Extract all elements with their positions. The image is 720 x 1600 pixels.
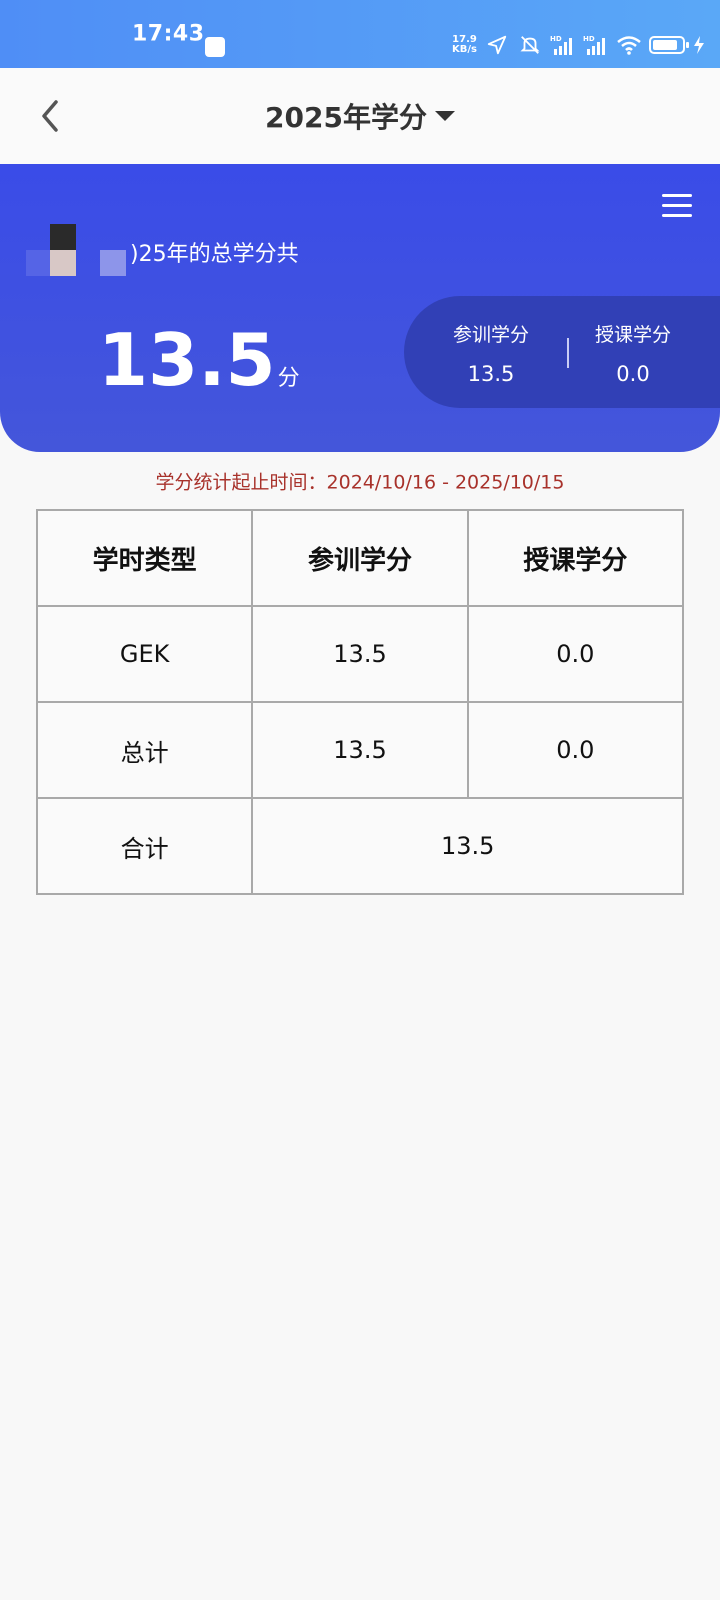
wifi-icon — [617, 36, 641, 55]
stat-value: 0.0 — [616, 362, 650, 386]
avatar — [26, 224, 130, 276]
table-cell: 13.5 — [251, 797, 684, 895]
mute-icon — [520, 36, 540, 54]
svg-text:HD: HD — [550, 35, 562, 43]
table-row: 总计 13.5 0.0 — [35, 701, 685, 799]
page-title: 2025年学分 — [265, 101, 427, 134]
svg-text:HD: HD — [583, 35, 595, 43]
credits-table: 学时类型 参训学分 授课学分 GEK 13.5 0.0 总计 13.5 0.0 … — [35, 509, 685, 895]
stat-value: 13.5 — [467, 362, 515, 386]
total-credits-unit: 分 — [277, 366, 300, 391]
training-credits-stat: 参训学分 13.5 — [426, 296, 556, 408]
menu-icon[interactable] — [662, 194, 692, 220]
status-icons: 17.9 KB/s HD HD — [452, 30, 706, 60]
nav-bar: 2025年学分 — [0, 68, 720, 164]
column-header: 学时类型 — [35, 509, 254, 607]
column-header: 参训学分 — [251, 509, 469, 607]
stat-label: 授课学分 — [594, 324, 671, 346]
table-cell: 13.5 — [251, 701, 469, 799]
table-row: GEK 13.5 0.0 — [35, 605, 685, 703]
table-header-row: 学时类型 参训学分 授课学分 — [35, 509, 685, 607]
charging-icon — [694, 36, 704, 54]
battery-icon — [649, 36, 689, 54]
network-speed: 17.9 KB/s — [452, 35, 477, 55]
table-cell: 0.0 — [466, 701, 685, 799]
summary-label: )25年的总学分共 — [130, 242, 299, 267]
caret-down-icon — [434, 111, 455, 121]
credit-breakdown-panel: 参训学分 13.5 授课学分 0.0 — [404, 296, 720, 408]
table-cell: GEK — [35, 605, 254, 703]
credit-summary-card: )25年的总学分共 13.5 分 参训学分 13.5 授课学分 0.0 — [0, 164, 720, 452]
table-cell: 13.5 — [251, 605, 469, 703]
status-time: 17:43 — [132, 21, 205, 47]
table-cell: 0.0 — [466, 605, 685, 703]
signal-hd-icon: HD — [583, 35, 605, 55]
year-selector[interactable]: 2025年学分 — [0, 68, 720, 164]
signal-hd-icon: HD — [550, 35, 572, 55]
app-notification-icon — [205, 37, 225, 57]
teaching-credits-stat: 授课学分 0.0 — [568, 296, 698, 408]
table-cell: 总计 — [35, 701, 254, 799]
total-credits: 13.5 分 — [98, 324, 300, 396]
table-sum-row: 合计 13.5 — [35, 797, 684, 895]
status-bar: 17:43 17.9 KB/s HD HD — [0, 0, 720, 68]
column-header: 授课学分 — [466, 509, 685, 607]
total-credits-value: 13.5 — [98, 318, 276, 402]
table-cell: 合计 — [35, 797, 254, 895]
network-speed-unit: KB/s — [452, 44, 477, 55]
location-arrow-icon — [487, 35, 507, 55]
statistics-date-range: 学分统计起止时间：2024/10/16 - 2025/10/15 — [155, 471, 565, 494]
stat-label: 参训学分 — [452, 324, 529, 346]
